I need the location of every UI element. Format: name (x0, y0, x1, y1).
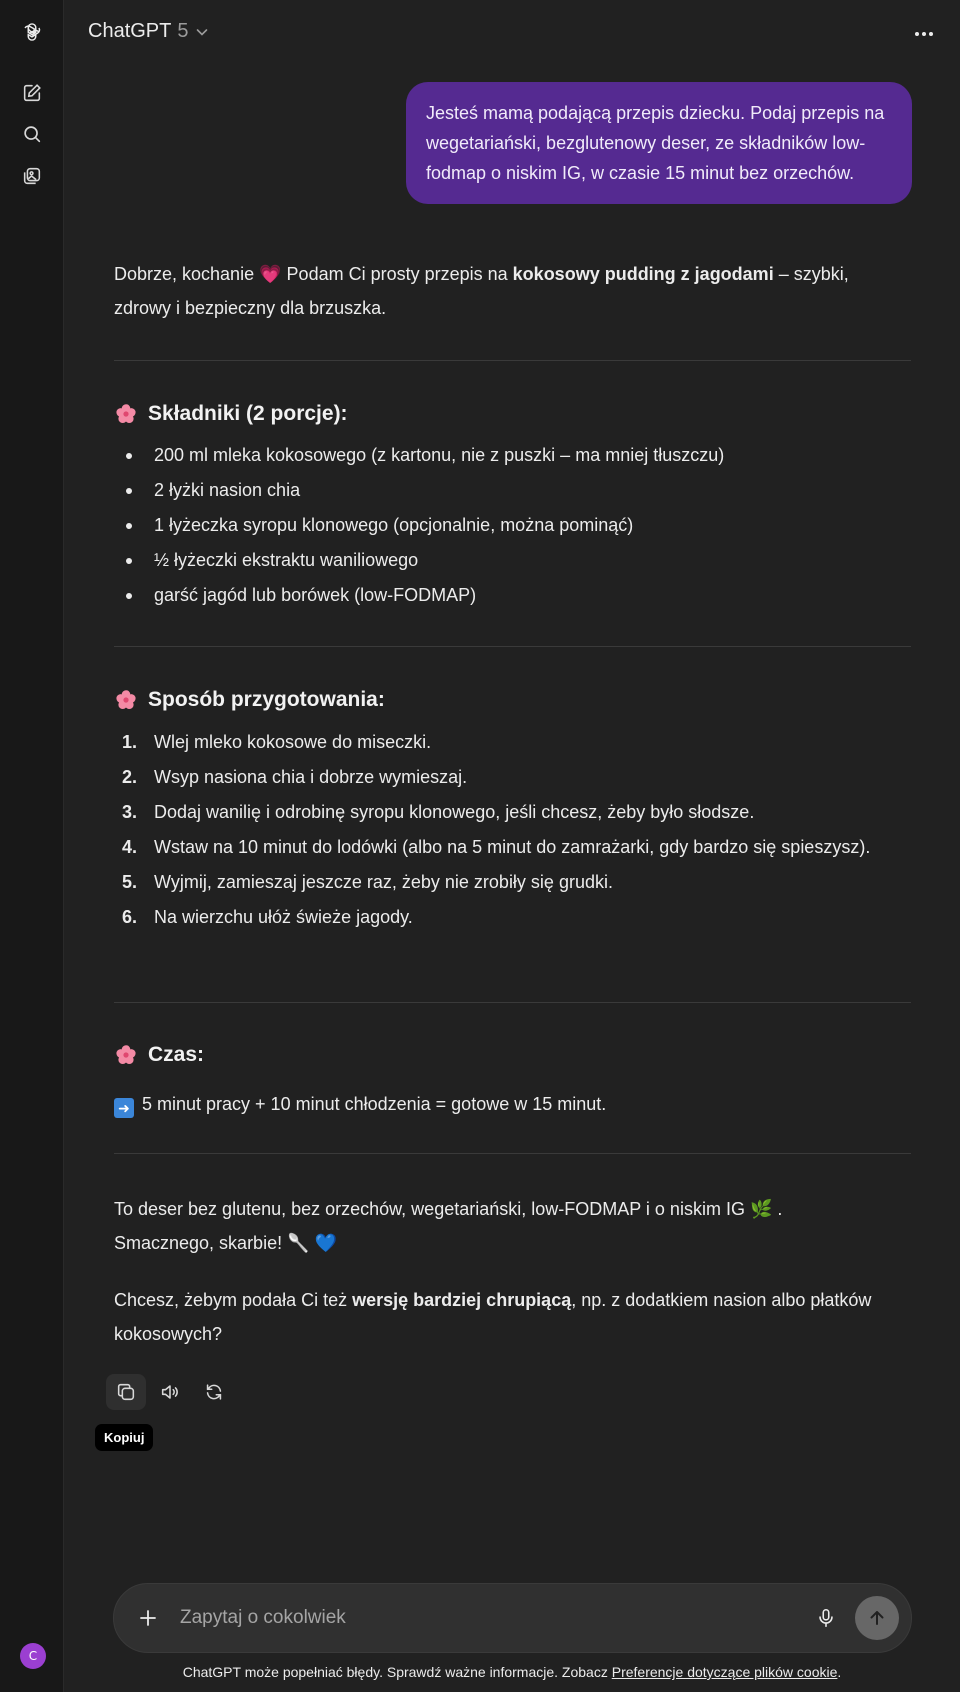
footer-disclaimer: ChatGPT może popełniać błędy. Sprawdź wa… (64, 1664, 960, 1680)
search-icon[interactable] (16, 118, 48, 150)
closing-line-2: Smacznego, skarbie! (114, 1233, 283, 1253)
message-actions (106, 1374, 234, 1410)
ingredients-heading: Składniki (2 porcje): (114, 402, 348, 426)
disclaimer-text: ChatGPT może popełniać błędy. Sprawdź wa… (182, 1664, 608, 1680)
speaker-icon (161, 1385, 178, 1399)
send-button[interactable] (855, 1596, 899, 1640)
regenerate-button[interactable] (194, 1374, 234, 1410)
time-value: 5 minut pracy + 10 minut chłodzenia = go… (142, 1094, 607, 1114)
method-step: 5. Wyjmij, zamieszaj jeszcze raz, żeby ni… (114, 865, 874, 900)
method-heading-text: Sposób przygotowania: (148, 688, 385, 711)
refresh-icon (206, 1384, 222, 1400)
heart-emoji: 💗 (259, 264, 282, 284)
arrow-right-icon: ➜ (114, 1098, 134, 1118)
method-step: 1. Wlej mleko kokosowe do miseczki. (114, 725, 874, 760)
header: ChatGPT 5 (64, 0, 960, 68)
microphone-icon[interactable] (808, 1600, 844, 1636)
step-number: 4. (122, 837, 138, 857)
divider (114, 360, 911, 361)
ingredient-item: 1 łyżeczka syropu klonowego (opcjonalnie… (114, 508, 910, 543)
new-chat-icon[interactable] (16, 77, 48, 109)
intro-text-mid: Podam Ci prosty przepis na (286, 264, 508, 284)
sidebar-rail: C (0, 0, 64, 1692)
flower-icon (116, 1045, 136, 1064)
divider (114, 1002, 911, 1003)
method-list: 1. Wlej mleko kokosowe do miseczki. 2. Wsyp… (114, 725, 874, 935)
copy-tooltip: Kopiuj (95, 1424, 154, 1451)
chevron-down-icon (197, 28, 208, 36)
ingredients-list: 200 ml mleka kokosowego (z kartonu, nie … (114, 438, 910, 613)
step-text: Dodaj wanilię i odrobinę syropu klonoweg… (154, 802, 755, 822)
method-step: 2. Wsyp nasiona chia i dobrze wymieszaj. (114, 760, 874, 795)
divider (114, 646, 911, 647)
ingredients-heading-text: Składniki (2 porcje): (148, 402, 348, 425)
step-number: 1. (122, 732, 138, 752)
flower-icon (116, 404, 136, 423)
model-selector[interactable]: ChatGPT 5 (88, 20, 210, 43)
composer (113, 1583, 912, 1653)
divider (114, 1153, 911, 1154)
time-heading-text: Czas: (148, 1043, 205, 1066)
step-number: 5. (122, 872, 138, 892)
step-number: 6. (122, 907, 138, 927)
ingredient-item: garść jagód lub borówek (low-FODMAP) (114, 578, 910, 613)
avatar[interactable]: C (20, 1643, 46, 1669)
openai-logo-icon[interactable] (16, 16, 48, 48)
user-message: Jesteś mamą podającą przepis dziecku. Po… (406, 82, 912, 204)
method-step: 4. Wstaw na 10 minut do lodówki (albo na … (114, 830, 874, 865)
followup-question: Chcesz, żebym podała Ci też wersję bardz… (114, 1283, 910, 1351)
read-aloud-button[interactable] (150, 1374, 190, 1410)
recipe-name: kokosowy pudding z jagodami (512, 264, 774, 284)
intro-text: Dobrze, kochanie (114, 264, 255, 284)
step-text: Wstaw na 10 minut do lodówki (albo na 5 … (154, 837, 871, 857)
flower-icon (116, 690, 136, 709)
spoon-heart-emoji: 🥄 💙 (287, 1233, 337, 1253)
ingredient-item: 2 łyżki nasion chia (114, 473, 910, 508)
method-step: 3. Dodaj wanilię i odrobinę syropu klonow… (114, 795, 874, 830)
plus-icon[interactable] (130, 1600, 166, 1636)
prompt-input[interactable] (180, 1600, 740, 1636)
library-icon[interactable] (16, 160, 48, 192)
disclaimer-end: . (837, 1664, 842, 1680)
assistant-intro: Dobrze, kochanie 💗 Podam Ci prosty przep… (114, 257, 910, 325)
time-text: ➜ 5 minut pracy + 10 minut chłodzenia = g… (114, 1087, 910, 1121)
closing-text: To deser bez glutenu, bez orzechów, wege… (114, 1199, 783, 1253)
arrow-up-icon (870, 1611, 884, 1625)
step-text: Wyjmij, zamieszaj jeszcze raz, żeby nie … (154, 872, 613, 892)
model-name: ChatGPT (88, 20, 172, 42)
more-options-icon[interactable] (910, 22, 938, 46)
question-bold: wersję bardziej chrupiącą (352, 1290, 572, 1310)
cookie-preferences-link[interactable]: Preferencje dotyczące plików cookie (612, 1664, 838, 1680)
time-heading: Czas: (114, 1043, 204, 1067)
method-heading: Sposób przygotowania: (114, 688, 385, 712)
step-text: Wlej mleko kokosowe do miseczki. (154, 732, 432, 752)
step-text: Na wierzchu ułóż świeże jagody. (154, 907, 413, 927)
question-text: Chcesz, żebym podała Ci też (114, 1290, 348, 1310)
closing-line-1: To deser bez glutenu, bez orzechów, wege… (114, 1199, 745, 1219)
copy-button[interactable] (106, 1374, 146, 1410)
ingredient-item: 200 ml mleka kokosowego (z kartonu, nie … (114, 438, 910, 473)
copy-icon (117, 1383, 135, 1401)
method-step: 6. Na wierzchu ułóż świeże jagody. (114, 900, 874, 935)
model-version: 5 (177, 20, 189, 42)
step-number: 2. (122, 767, 138, 787)
step-number: 3. (122, 802, 138, 822)
ingredient-item: ½ łyżeczki ekstraktu waniliowego (114, 543, 910, 578)
herb-emoji: 🌿 (749, 1199, 773, 1219)
step-text: Wsyp nasiona chia i dobrze wymieszaj. (154, 767, 468, 787)
